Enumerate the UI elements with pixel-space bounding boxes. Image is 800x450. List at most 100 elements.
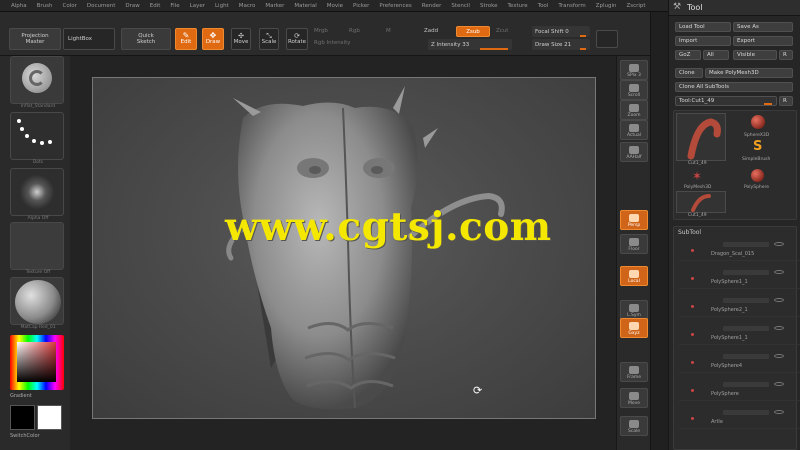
zadd-toggle[interactable]: Zadd bbox=[424, 28, 438, 34]
menu-item-alpha[interactable]: Alpha bbox=[6, 3, 32, 9]
switch-color-button[interactable]: SwitchColor bbox=[10, 433, 62, 439]
move-mode-button[interactable]: ✣ Move bbox=[231, 28, 251, 50]
color-picker[interactable] bbox=[10, 335, 64, 390]
draw-mode-button[interactable]: ✥ Draw bbox=[202, 28, 224, 50]
subtool-header[interactable]: SubTool bbox=[678, 229, 701, 236]
shelf-button-local[interactable]: Local bbox=[620, 266, 648, 286]
z-intensity-slider[interactable]: Z Intensity 33 bbox=[428, 39, 512, 50]
visibility-eye-icon[interactable] bbox=[774, 270, 784, 274]
menu-item-draw[interactable]: Draw bbox=[120, 3, 144, 9]
menu-item-macro[interactable]: Macro bbox=[234, 3, 261, 9]
focal-shift-slider[interactable]: Focal Shift 0 bbox=[532, 26, 590, 37]
menu-item-texture[interactable]: Texture bbox=[503, 3, 533, 9]
load-tool-button[interactable]: Load Tool bbox=[675, 22, 731, 32]
subtool-row[interactable]: Artle bbox=[679, 407, 800, 429]
menu-item-tool[interactable]: Tool bbox=[533, 3, 554, 9]
subtool-row[interactable]: PolySphere1_1 bbox=[679, 323, 800, 345]
simplebrush-icon[interactable]: S bbox=[753, 139, 762, 154]
menu-item-stroke[interactable]: Stroke bbox=[475, 3, 503, 9]
gradient-label[interactable]: Gradient bbox=[10, 393, 62, 399]
subtool-controls[interactable] bbox=[723, 382, 769, 387]
subtool-controls[interactable] bbox=[723, 354, 769, 359]
all-button[interactable]: All bbox=[703, 50, 729, 60]
mrgb-toggle[interactable]: Mrgb bbox=[314, 28, 328, 34]
material-thumbnail[interactable] bbox=[10, 277, 64, 325]
subtool-controls[interactable] bbox=[723, 410, 769, 415]
shelf-button-spix-3[interactable]: SPix 3 bbox=[620, 60, 648, 80]
menu-item-stencil[interactable]: Stencil bbox=[446, 3, 475, 9]
edit-mode-button[interactable]: ✎ Edit bbox=[175, 28, 197, 50]
menu-item-render[interactable]: Render bbox=[417, 3, 447, 9]
shelf-button-aahalf[interactable]: AAHalf bbox=[620, 142, 648, 162]
menu-item-picker[interactable]: Picker bbox=[348, 3, 374, 9]
subtool-controls[interactable] bbox=[723, 270, 769, 275]
menu-item-movie[interactable]: Movie bbox=[322, 3, 348, 9]
tool-slider[interactable]: Tool:Cut1_49 bbox=[675, 96, 777, 106]
brush-thumbnail[interactable] bbox=[10, 56, 64, 104]
tool-thumb-current[interactable] bbox=[676, 113, 726, 161]
shelf-button-move[interactable]: Move bbox=[620, 388, 648, 408]
menu-item-document[interactable]: Document bbox=[82, 3, 121, 9]
zsub-toggle[interactable]: Zsub bbox=[456, 26, 490, 37]
visibility-eye-icon[interactable] bbox=[774, 242, 784, 246]
menu-item-edit[interactable]: Edit bbox=[145, 3, 166, 9]
subtool-row[interactable]: PolySphere2_1 bbox=[679, 295, 800, 317]
subtool-controls[interactable] bbox=[723, 298, 769, 303]
import-button[interactable]: Import bbox=[675, 36, 731, 46]
subtool-row[interactable]: PolySphere bbox=[679, 379, 800, 401]
shelf-button-floor[interactable]: Floor bbox=[620, 234, 648, 254]
rgb-intensity-slider[interactable]: Rgb Intensity bbox=[314, 40, 351, 46]
menu-item-marker[interactable]: Marker bbox=[260, 3, 289, 9]
make-polymesh-button[interactable]: Make PolyMesh3D bbox=[705, 68, 793, 78]
subtool-controls[interactable] bbox=[723, 242, 769, 247]
menu-item-light[interactable]: Light bbox=[210, 3, 234, 9]
secondary-color-swatch[interactable] bbox=[37, 405, 62, 430]
visibility-eye-icon[interactable] bbox=[774, 298, 784, 302]
shelf-button-persp[interactable]: Persp bbox=[620, 210, 648, 230]
subtool-row[interactable]: PolySphere1_1 bbox=[679, 267, 800, 289]
menu-item-zplugin[interactable]: Zplugin bbox=[591, 3, 622, 9]
rotate-mode-button[interactable]: ⟳ Rotate bbox=[286, 28, 308, 50]
shelf-button-gxyz[interactable]: Gxyz bbox=[620, 318, 648, 338]
main-color-swatch[interactable] bbox=[10, 405, 35, 430]
tool-r-button[interactable]: R bbox=[779, 96, 793, 106]
menu-item-file[interactable]: File bbox=[165, 3, 184, 9]
visibility-eye-icon[interactable] bbox=[774, 410, 784, 414]
spherex3d-icon[interactable] bbox=[751, 115, 765, 129]
shelf-button-actual[interactable]: Actual bbox=[620, 120, 648, 140]
lightbox-button[interactable]: LightBox bbox=[63, 28, 115, 50]
polymesh3d-icon[interactable]: ✶ bbox=[692, 169, 702, 183]
shelf-button-zoom[interactable]: Zoom bbox=[620, 100, 648, 120]
menu-item-material[interactable]: Material bbox=[289, 3, 321, 9]
menu-item-zscript[interactable]: Zscript bbox=[621, 3, 650, 9]
menu-item-color[interactable]: Color bbox=[58, 3, 82, 9]
rgb-toggle[interactable]: Rgb bbox=[349, 28, 360, 34]
draw-size-slider[interactable]: Draw Size 21 bbox=[532, 39, 590, 50]
menu-item-transform[interactable]: Transform bbox=[553, 3, 590, 9]
stroke-thumbnail[interactable] bbox=[10, 112, 64, 160]
shelf-button-scroll[interactable]: Scroll bbox=[620, 80, 648, 100]
quick-sketch-button[interactable]: Quick Sketch bbox=[121, 28, 171, 50]
save-as-button[interactable]: Save As bbox=[733, 22, 793, 32]
visibility-eye-icon[interactable] bbox=[774, 326, 784, 330]
clone-button[interactable]: Clone bbox=[675, 68, 703, 78]
scale-mode-button[interactable]: ⤡ Scale bbox=[259, 28, 279, 50]
subtool-row[interactable]: Dragon_Scal_015 bbox=[679, 239, 800, 261]
tray-scroll-strip[interactable] bbox=[650, 12, 668, 450]
subtool-controls[interactable] bbox=[723, 326, 769, 331]
tool-thumb-recent[interactable] bbox=[676, 191, 726, 213]
alpha-thumbnail[interactable] bbox=[10, 168, 64, 216]
polysphere-icon[interactable] bbox=[751, 169, 764, 182]
color-picker-square[interactable] bbox=[17, 342, 56, 382]
export-button[interactable]: Export bbox=[733, 36, 793, 46]
menu-item-brush[interactable]: Brush bbox=[32, 3, 58, 9]
zcut-toggle[interactable]: Zcut bbox=[496, 28, 508, 34]
projection-master-button[interactable]: Projection Master bbox=[9, 28, 61, 50]
shelf-button-frame[interactable]: Frame bbox=[620, 362, 648, 382]
visibility-eye-icon[interactable] bbox=[774, 354, 784, 358]
menu-item-preferences[interactable]: Preferences bbox=[374, 3, 416, 9]
goz-button[interactable]: GoZ bbox=[675, 50, 701, 60]
texture-thumbnail[interactable] bbox=[10, 222, 64, 270]
shelf-button-l-sym[interactable]: L.Sym bbox=[620, 300, 648, 320]
dynamic-button[interactable] bbox=[596, 30, 618, 48]
